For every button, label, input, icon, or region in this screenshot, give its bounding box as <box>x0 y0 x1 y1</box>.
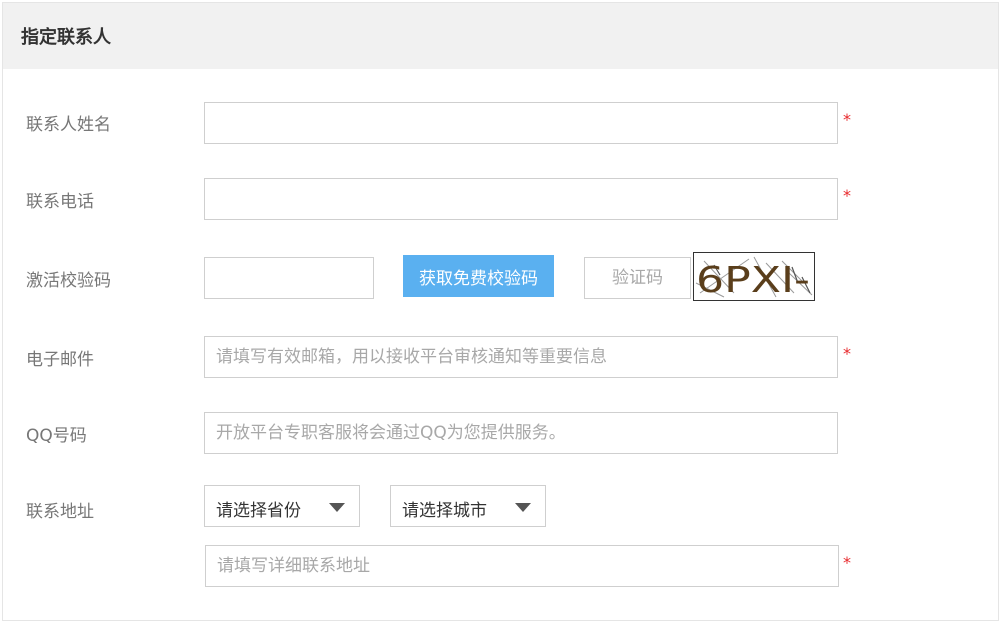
province-select[interactable]: 请选择省份 <box>204 485 360 527</box>
contact-panel: 指定联系人 <box>2 2 999 621</box>
city-select-text: 请选择城市 <box>402 501 487 521</box>
panel-header: 指定联系人 <box>3 3 998 69</box>
contact-phone-label: 联系电话 <box>26 192 94 212</box>
captcha-text: 6PXI- <box>696 260 810 300</box>
chevron-down-icon <box>515 503 531 512</box>
contact-name-input[interactable] <box>204 102 838 144</box>
email-label: 电子邮件 <box>26 350 94 370</box>
qq-input[interactable] <box>204 412 838 454</box>
chevron-down-icon <box>329 503 345 512</box>
activation-code-label: 激活校验码 <box>26 271 111 291</box>
required-star: * <box>843 553 851 572</box>
address-label: 联系地址 <box>26 502 94 522</box>
activation-code-input[interactable] <box>204 257 374 299</box>
qq-label: QQ号码 <box>26 426 87 446</box>
get-code-button[interactable]: 获取免费校验码 <box>403 255 554 297</box>
captcha-image[interactable]: 6PXI- <box>693 252 815 301</box>
captcha-graphic: 6PXI- <box>695 256 813 301</box>
captcha-input[interactable] <box>584 257 691 299</box>
required-star: * <box>843 186 851 205</box>
panel-title: 指定联系人 <box>21 27 111 48</box>
contact-name-label: 联系人姓名 <box>26 115 111 135</box>
email-input[interactable] <box>204 336 838 378</box>
contact-phone-input[interactable] <box>204 178 838 220</box>
city-select[interactable]: 请选择城市 <box>390 485 546 527</box>
province-select-text: 请选择省份 <box>216 501 301 521</box>
required-star: * <box>843 344 851 363</box>
required-star: * <box>843 110 851 129</box>
address-detail-input[interactable] <box>205 545 839 587</box>
